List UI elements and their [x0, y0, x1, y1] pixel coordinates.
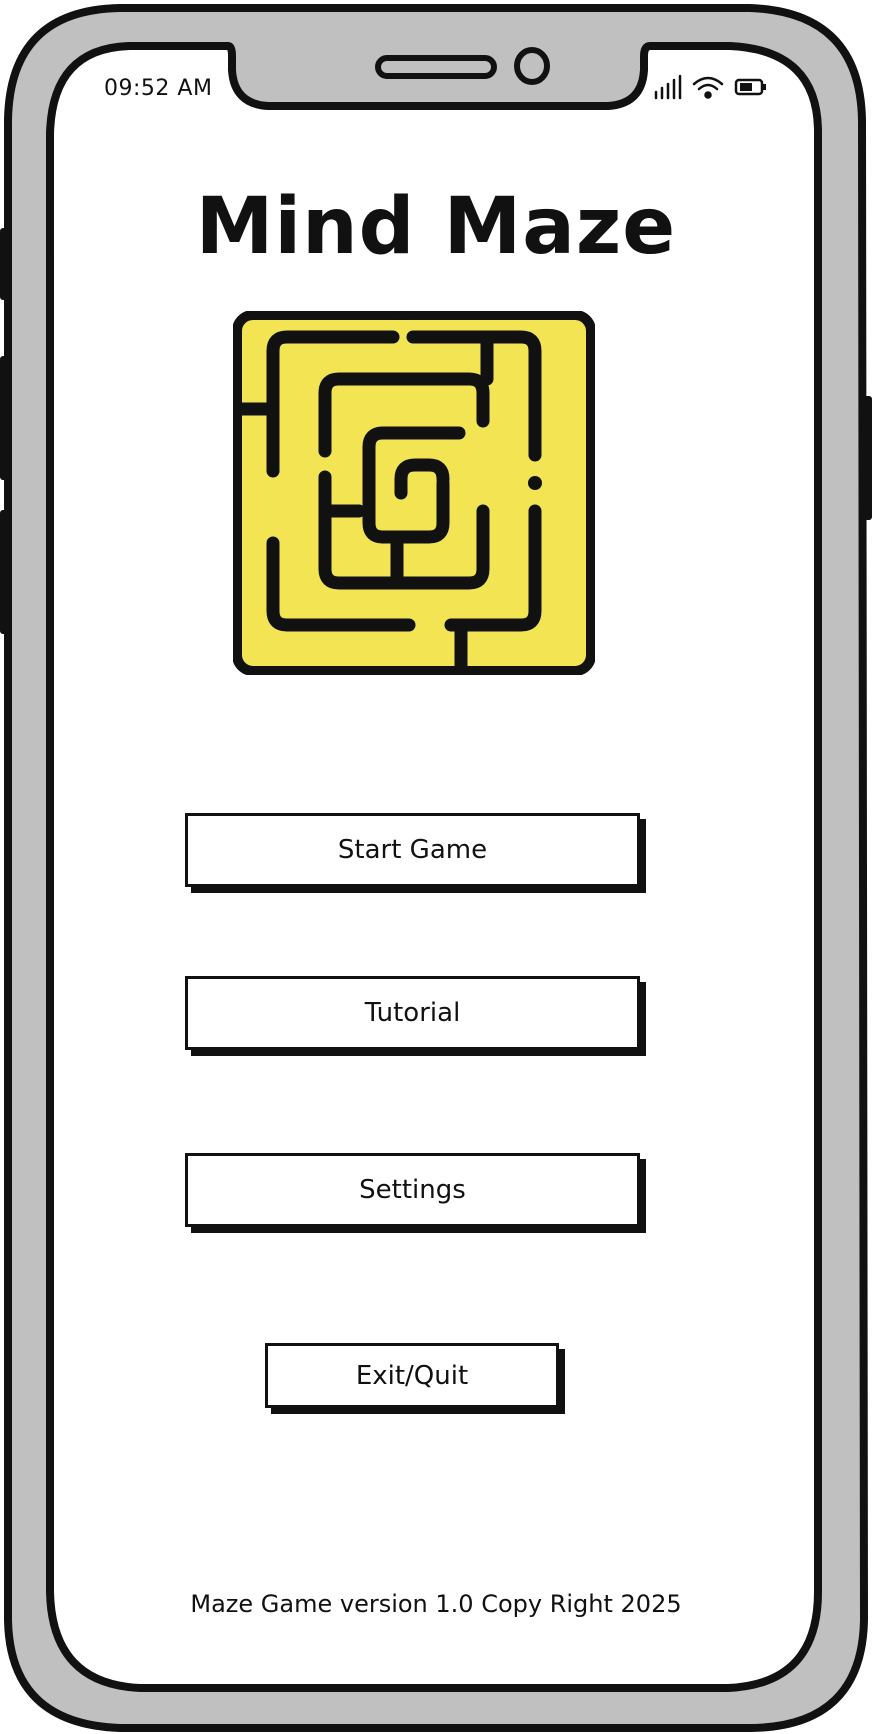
- exit-quit-button[interactable]: Exit/Quit: [265, 1343, 559, 1408]
- app-title: Mind Maze: [195, 182, 677, 272]
- status-icons: [652, 74, 772, 100]
- wifi-icon: [692, 76, 724, 99]
- maze-logo-icon: [230, 310, 596, 678]
- battery-icon: [734, 78, 766, 96]
- tutorial-button[interactable]: Tutorial: [185, 976, 640, 1050]
- footer-version-text: Maze Game version 1.0 Copy Right 2025: [190, 1590, 682, 1618]
- start-game-button[interactable]: Start Game: [185, 813, 640, 887]
- settings-button[interactable]: Settings: [185, 1153, 640, 1227]
- status-time: 09:52 AM: [104, 76, 213, 101]
- signal-icon: [654, 74, 682, 100]
